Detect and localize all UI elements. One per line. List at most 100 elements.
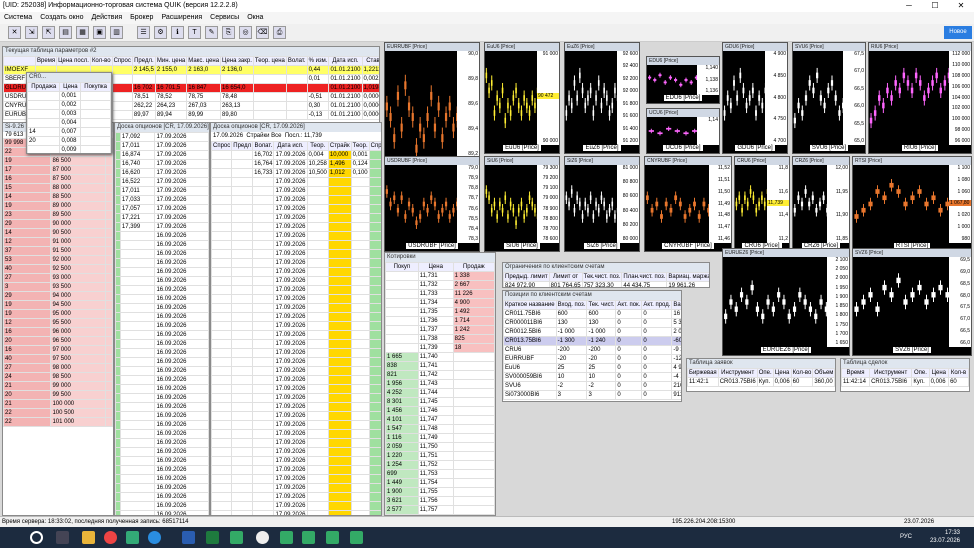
column-header[interactable]: Акт. пок. — [615, 300, 643, 310]
table-row[interactable]: 16,73317.09.202610,5001,0120,10018,21017… — [211, 168, 381, 178]
menu-item-3[interactable]: Брокер — [126, 12, 157, 24]
menu-item-1[interactable]: Создать окно — [36, 12, 87, 24]
table-row[interactable]: 37 91 500 — [3, 246, 113, 256]
column-header[interactable]: Предл. — [131, 56, 156, 66]
table-row[interactable]: 17.09.202617.09.2026 — [211, 195, 381, 205]
table-row[interactable]: 0,003 — [27, 109, 111, 119]
table-row[interactable]: 16.09.2026 — [115, 321, 209, 331]
table-row[interactable]: 15 88 000 — [3, 183, 113, 193]
column-header[interactable]: Продаж — [452, 262, 495, 272]
column-header[interactable]: Покупка — [80, 82, 111, 92]
table-row[interactable]: 1 449 11,754 — [385, 478, 495, 488]
chart-usdrub[interactable]: USDRUBF [Price] 79,0 78,9 78,8 78,7 78,6 78,5 7… — [384, 156, 480, 252]
table-row[interactable]: 16 87 500 — [3, 174, 113, 184]
table-row[interactable]: 17.09.202617.09.2026 — [211, 384, 381, 394]
table-row[interactable]: 23 89 500 — [3, 210, 113, 220]
column-header[interactable]: Цена посл. — [56, 56, 91, 66]
table-row[interactable]: 0,001 — [27, 91, 111, 101]
column-header[interactable]: Теор. — [306, 141, 329, 151]
chart-eu26[interactable]: EuZ6 [Price] 92 600 92 400 92 200 92 000 91 8… — [564, 42, 640, 154]
table-row[interactable]: 16.09.2026 — [115, 483, 209, 493]
table-row[interactable]: Si073000BI63300912,0017.09.2026 — [503, 390, 681, 400]
new-button[interactable]: Новое — [944, 26, 972, 39]
chart-svu6[interactable]: SVU6 [Price] 67,5 67,0 66,5 66,0 65,5 65,0 SVU6… — [792, 42, 866, 154]
table-row[interactable]: 16,70217.09.20260,00410,0000,00118,46017… — [211, 150, 381, 160]
table-row[interactable]: 16.09.2026 — [115, 447, 209, 457]
glass-window[interactable]: Si-9.26 79 613 99 99885 5002286 0001986 … — [2, 122, 114, 516]
table-row[interactable]: 22 100 500 — [3, 408, 113, 418]
column-header[interactable]: Вариац. маржа — [666, 272, 709, 282]
table-row[interactable]: 16.09.2026 — [115, 366, 209, 376]
chart-cru6[interactable]: CRU6 [Price] 11,8 11,6 11,4 11,2 11,739 CRU6 [… — [734, 156, 790, 252]
table-row[interactable]: 16.09.2026 — [115, 258, 209, 268]
table-row[interactable]: 3 93 500 — [3, 282, 113, 292]
table-row[interactable]: 16.09.2026 — [115, 393, 209, 403]
table-row[interactable]: 16.09.2026 — [115, 411, 209, 421]
table-row[interactable]: 11,733 11 226 — [385, 289, 495, 299]
table-row[interactable]: 11:42:14 CR013.75BI6 Куп. 0,006 60 — [841, 377, 969, 387]
table-row[interactable]: 11,732 2 667 — [385, 280, 495, 290]
table-row[interactable]: 11,735 1 492 — [385, 307, 495, 317]
table-row[interactable]: 824 972,90 801 764,65 757 323,30 44 434,75 1… — [503, 281, 709, 287]
column-header[interactable]: Страйк — [327, 141, 352, 151]
table-row[interactable]: 17.09.202617.09.2026 — [211, 357, 381, 367]
chart-euu6[interactable]: EuU6 [Price]91 00090 47290 00090 472EuU6… — [484, 42, 560, 154]
table-row[interactable]: 17.09.202617.09.2026 — [211, 222, 381, 232]
table-row[interactable]: 11,734 4 900 — [385, 298, 495, 308]
table-row[interactable]: 11:42:1 CR013.75BI6 Куп. 0,006 60 360,00 — [687, 377, 835, 387]
chart-rtsi[interactable]: RTSI [Price]1 1001 0801 0601 0401 0201 0… — [852, 156, 972, 252]
toolbar-icon-2[interactable]: ⇱ — [42, 26, 55, 39]
table-row[interactable]: 16.09.2026 — [115, 267, 209, 277]
table-row[interactable]: 16.09.2026 — [115, 465, 209, 475]
table-row[interactable]: 17,221 17.09.2026 — [115, 213, 209, 223]
chart-sv26[interactable]: SVZ6 [Price] 69,5 69,0 68,5 68,0 67,5 67,0 66,5… — [852, 248, 972, 356]
table-row[interactable]: 16.09.2026 — [115, 339, 209, 349]
quik2-icon[interactable] — [280, 531, 293, 544]
table-row[interactable]: 0,009 — [27, 145, 111, 153]
table-row[interactable]: 17,011 17.09.2026 — [115, 186, 209, 196]
table-row[interactable]: 14 88 500 — [3, 192, 113, 202]
table-row[interactable]: 1 547 11,748 — [385, 424, 495, 434]
chart-eurz6[interactable]: EURUEZ6 [Price] 2 100 2 050 2 000 1 950 1 900… — [722, 248, 850, 356]
table-row[interactable]: 17.09.202617.09.2026 — [211, 330, 381, 340]
table-row[interactable]: 17.09.202617.09.2026 — [211, 312, 381, 322]
app-icon[interactable] — [126, 531, 139, 544]
limits-window[interactable]: Ограничения по клиентским счетам Предыд.… — [502, 262, 710, 288]
table-row[interactable]: 11,737 1 242 — [385, 325, 495, 335]
table-row[interactable]: 17.09.202617.09.2026 — [211, 474, 381, 484]
table-row[interactable]: CR011.75BI66006000016 200,0017.09.2026 — [503, 309, 681, 319]
table-row[interactable]: 24 98 500 — [3, 372, 113, 382]
table-row[interactable]: 16.09.2026 — [115, 420, 209, 430]
table-row[interactable]: 17.09.202617.09.2026 — [211, 177, 381, 187]
table-row[interactable]: 16 96 000 — [3, 327, 113, 337]
table-row[interactable]: 3 621 11,756 — [385, 496, 495, 506]
table-row[interactable]: 16.09.2026 — [115, 501, 209, 511]
toolbar-icon-10[interactable]: T — [188, 26, 201, 39]
column-header[interactable]: Кол-во — [89, 56, 113, 66]
column-header[interactable]: Предыд. лимит — [503, 272, 550, 282]
toolbar-icon-12[interactable]: ⎘ — [222, 26, 235, 39]
table-row[interactable]: 29 90 000 — [3, 219, 113, 229]
yandex-icon[interactable] — [256, 531, 269, 544]
table-row[interactable]: 16 97 000 — [3, 345, 113, 355]
menu-item-2[interactable]: Действия — [87, 12, 126, 24]
column-header[interactable]: Объем — [812, 368, 835, 378]
table-row[interactable]: 21 99 000 — [3, 381, 113, 391]
table-row[interactable]: 14 0,007 — [27, 127, 111, 137]
folder-icon[interactable] — [82, 531, 95, 544]
table-row[interactable]: 20 0,008 — [27, 136, 111, 146]
table-row[interactable]: 17,011 17.09.2026 — [115, 141, 209, 151]
column-header[interactable]: Ставка — [361, 56, 379, 66]
column-header[interactable]: Цена — [928, 368, 950, 378]
minimize-button[interactable]: ─ — [896, 0, 922, 12]
quik5-icon[interactable] — [350, 531, 363, 544]
table-row[interactable]: CR000011BI6130130005 330,0017.09.2026 — [503, 318, 681, 328]
table-row[interactable]: 16.09.2026 — [115, 348, 209, 358]
table-row[interactable]: 17.09.202617.09.2026 — [211, 483, 381, 493]
table-row[interactable]: 17.09.202617.09.2026 — [211, 213, 381, 223]
table-row[interactable]: 2 059 11,750 — [385, 442, 495, 452]
column-header[interactable]: Дата исп. — [328, 56, 363, 66]
chart-ucu6[interactable]: UCU6 [Price] 1,14 UCU6 [Price] — [646, 108, 720, 154]
table-row[interactable]: 17.09.202617.09.2026 — [211, 375, 381, 385]
table-row[interactable]: 16.09.2026 — [115, 492, 209, 502]
